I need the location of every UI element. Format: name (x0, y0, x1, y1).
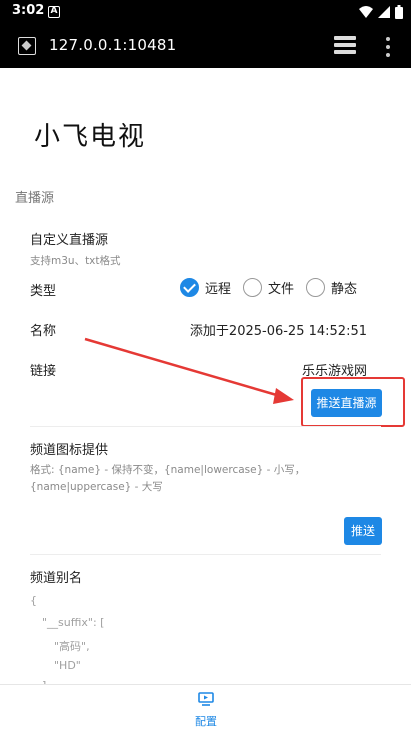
site-info-icon[interactable] (18, 37, 36, 55)
page-content: 小飞电视 直播源 自定义直播源 支持m3u、txt格式 类型 远程 文件 静态 … (0, 68, 411, 684)
monitor-icon (198, 692, 214, 706)
more-menu-icon[interactable] (385, 37, 391, 57)
signal-icon (378, 6, 390, 18)
bottom-nav: 配置 (0, 684, 411, 730)
browser-toolbar: 127.0.0.1:10481 (0, 24, 411, 68)
battery-icon (395, 5, 403, 19)
nav-label-config: 配置 (195, 715, 217, 728)
url-bar[interactable]: 127.0.0.1:10481 (49, 36, 176, 54)
wifi-icon (359, 6, 373, 18)
annotation-arrow (84, 337, 294, 404)
tabs-icon[interactable] (334, 36, 356, 56)
status-icons (359, 4, 403, 20)
screen: 3:02 A 127.0.0.1:10481 小飞电视 直播源 自定义直播源 支… (0, 0, 411, 730)
status-bar: 3:02 A (0, 0, 411, 24)
notification-icon: A (48, 6, 60, 18)
nav-item-config[interactable]: 配置 (186, 689, 226, 728)
status-time: 3:02 (12, 3, 45, 18)
